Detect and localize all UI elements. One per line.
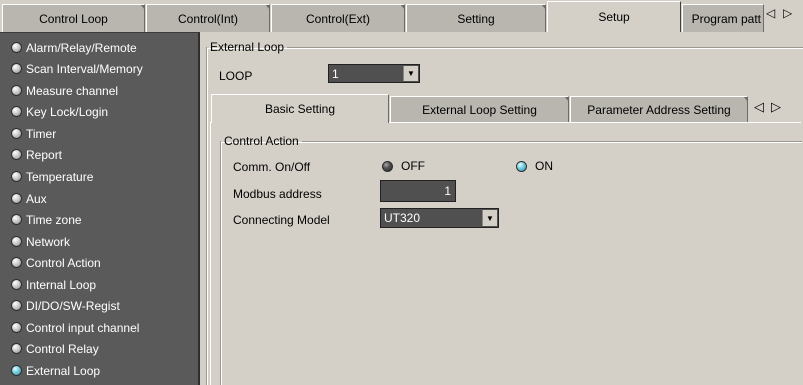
indicator-led-icon (11, 365, 22, 376)
loop-label: LOOP (219, 69, 253, 83)
tab-label: Basic Setting (264, 102, 336, 116)
sidebar-item-network[interactable]: Network (11, 231, 198, 252)
comm-off-radio[interactable]: OFF (382, 159, 425, 173)
sidebar-item-key-lock-login[interactable]: Key Lock/Login (11, 101, 198, 122)
inner-tab-scroll-right-icon[interactable]: ▷ (771, 99, 781, 115)
sidebar-item-time-zone[interactable]: Time zone (11, 209, 198, 230)
main-panel: External Loop LOOP 1 ▼ Basic Setting Ext… (202, 32, 803, 385)
sidebar-item-control-relay[interactable]: Control Relay (11, 338, 198, 359)
sidebar-item-label: Internal Loop (26, 277, 97, 292)
tab-control-int[interactable]: Control(Int) (146, 4, 270, 32)
radio-label: OFF (401, 159, 425, 173)
sidebar-item-label: Scan Interval/Memory (26, 61, 143, 76)
sidebar-item-label: Report (26, 147, 63, 162)
chevron-down-icon[interactable]: ▼ (403, 66, 418, 81)
indicator-led-icon (11, 257, 22, 268)
indicator-led-icon (11, 214, 22, 225)
connecting-model-label: Connecting Model (233, 213, 330, 227)
sidebar-item-label: Control Relay (26, 341, 99, 356)
sidebar-item-label: Key Lock/Login (26, 104, 109, 119)
comm-on-radio[interactable]: ON (516, 159, 553, 173)
sidebar-item-label: Timer (26, 126, 57, 141)
connecting-model-value: UT320 (384, 211, 421, 225)
sidebar-item-di-do-sw-regist[interactable]: DI/DO/SW-Regist (11, 295, 198, 316)
inner-tab-scroll-left-icon[interactable]: ◁ (754, 99, 764, 115)
modbus-address-label: Modbus address (233, 187, 322, 201)
sidebar-item-label: External Loop (26, 363, 101, 378)
indicator-led-icon (11, 171, 22, 182)
sidebar-item-label: Temperature (26, 169, 94, 184)
sidebar-item-label: Time zone (26, 212, 82, 227)
sidebar-item-aux[interactable]: Aux (11, 188, 198, 209)
tab-external-loop-setting[interactable]: External Loop Setting (390, 96, 569, 122)
tab-notch (564, 97, 568, 102)
tab-label: Parameter Address Setting (587, 102, 731, 117)
indicator-led-icon (11, 343, 22, 354)
sidebar: Alarm/Relay/Remote Scan Interval/Memory … (0, 32, 200, 385)
radio-led-icon (516, 160, 527, 172)
sidebar-item-alarm-relay-remote[interactable]: Alarm/Relay/Remote (11, 37, 198, 58)
sidebar-item-label: Alarm/Relay/Remote (26, 40, 137, 55)
comm-on-off-label: Comm. On/Off (233, 160, 311, 174)
sidebar-item-internal-loop[interactable]: Internal Loop (11, 274, 198, 295)
group-title: External Loop (210, 40, 285, 54)
sidebar-item-report[interactable]: Report (11, 144, 198, 165)
indicator-led-icon (11, 42, 22, 53)
tab-label: Control(Ext) (305, 11, 370, 26)
tab-setup[interactable]: Setup (547, 1, 681, 32)
sidebar-item-external-loop[interactable]: External Loop (11, 360, 198, 381)
indicator-led-icon (11, 322, 22, 333)
tab-notch (265, 5, 269, 10)
basic-setting-panel: Control Action Comm. On/Off OFF ON Modbu… (210, 122, 802, 385)
loop-select[interactable]: 1 ▼ (328, 64, 420, 83)
indicator-led-icon (11, 106, 22, 117)
indicator-led-icon (11, 63, 22, 74)
tab-scroll-right-icon[interactable]: ▷ (783, 6, 792, 20)
tab-control-loop[interactable]: Control Loop (2, 4, 145, 32)
tab-label: External Loop Setting (422, 102, 537, 117)
top-tab-bar: Control Loop Control(Int) Control(Ext) S… (0, 0, 803, 32)
tab-basic-setting[interactable]: Basic Setting (211, 94, 389, 123)
indicator-led-icon (11, 85, 22, 96)
modbus-address-input[interactable]: 1 (380, 180, 456, 202)
tab-label: Control Loop (39, 11, 108, 26)
sidebar-item-control-input-channel[interactable]: Control input channel (11, 317, 198, 338)
radio-led-icon (382, 160, 393, 172)
indicator-led-icon (11, 128, 22, 139)
loop-value: 1 (332, 66, 339, 81)
tab-label: Program patt (691, 11, 761, 26)
tab-setting[interactable]: Setting (406, 4, 546, 32)
tab-notch (140, 5, 144, 10)
tab-program-pattern[interactable]: Program patt (682, 4, 764, 32)
sidebar-item-label: Control input channel (26, 320, 140, 335)
sidebar-item-control-action[interactable]: Control Action (11, 252, 198, 273)
sidebar-item-label: Aux (26, 191, 47, 206)
sidebar-item-label: DI/DO/SW-Regist (26, 298, 120, 313)
sidebar-item-timer[interactable]: Timer (11, 123, 198, 144)
tab-notch (400, 5, 404, 10)
indicator-led-icon (11, 149, 22, 160)
sidebar-item-label: Measure channel (26, 83, 119, 98)
tab-label: Setting (457, 11, 495, 26)
sidebar-item-temperature[interactable]: Temperature (11, 166, 198, 187)
control-action-title: Control Action (224, 134, 299, 148)
tab-parameter-address-setting[interactable]: Parameter Address Setting (570, 96, 748, 122)
sidebar-item-measure-channel[interactable]: Measure channel (11, 80, 198, 101)
chevron-down-icon[interactable]: ▼ (482, 210, 497, 226)
indicator-led-icon (11, 236, 22, 247)
tab-control-ext[interactable]: Control(Ext) (271, 4, 405, 32)
connecting-model-select[interactable]: UT320 ▼ (380, 208, 499, 228)
radio-label: ON (535, 159, 553, 173)
tab-label: Control(Int) (177, 11, 239, 26)
sidebar-item-label: Network (26, 234, 71, 249)
tab-label: Setup (598, 10, 630, 24)
indicator-led-icon (11, 193, 22, 204)
indicator-led-icon (11, 279, 22, 290)
tab-scroll-left-icon[interactable]: ◁ (766, 6, 775, 20)
tab-notch (743, 97, 747, 102)
sidebar-item-label: Control Action (26, 255, 101, 270)
indicator-led-icon (11, 300, 22, 311)
sidebar-item-scan-interval-memory[interactable]: Scan Interval/Memory (11, 58, 198, 79)
tab-notch (541, 5, 545, 10)
